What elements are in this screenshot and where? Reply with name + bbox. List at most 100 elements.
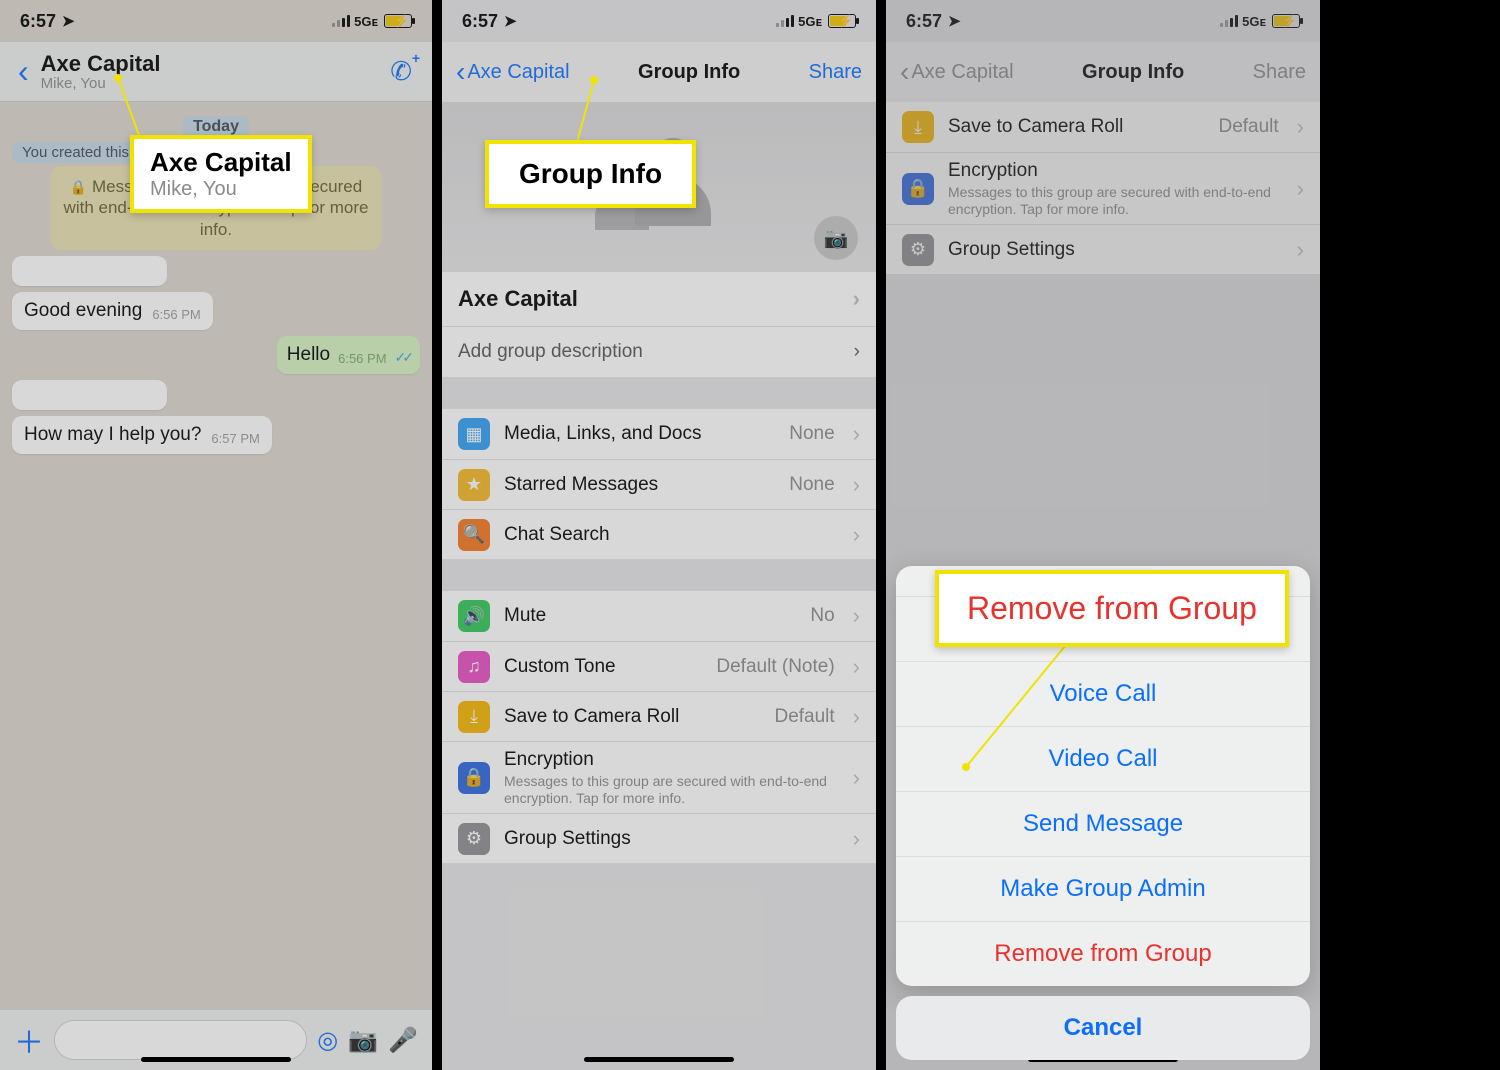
row-value: None (789, 423, 834, 445)
row-label: Mute (504, 605, 796, 627)
back-button[interactable]: ‹ (12, 53, 35, 90)
message-stub (12, 380, 167, 410)
chevron-right-icon: › (854, 341, 860, 363)
lock-icon: 🔒 (70, 179, 87, 195)
chevron-right-icon: › (853, 286, 860, 312)
row-search[interactable]: 🔍 Chat Search › (442, 509, 876, 559)
row-value: Default (Note) (716, 656, 834, 678)
group-name: Axe Capital (458, 286, 578, 312)
callout-subtitle: Mike, You (150, 178, 292, 201)
message-time: 6:56 PM (338, 351, 386, 366)
search-icon: 🔍 (458, 519, 490, 551)
row-label: Group Settings (504, 828, 839, 850)
attach-button[interactable]: ＋ (14, 1018, 44, 1062)
row-label: Starred Messages (504, 474, 775, 496)
chat-title: Axe Capital (41, 51, 391, 77)
chevron-right-icon: › (853, 704, 860, 730)
network-label: 5Gᴇ (354, 14, 378, 29)
callout-remove: Remove from Group (935, 570, 1289, 647)
mic-button[interactable]: 🎤 (388, 1026, 418, 1055)
signal-icon (776, 15, 794, 27)
row-label: Media, Links, and Docs (504, 423, 775, 445)
back-button[interactable]: ‹Axe Capital (456, 56, 570, 88)
sheet-video-call[interactable]: Video Call (896, 726, 1310, 791)
section-settings: 🔊MuteNo› ♫Custom ToneDefault (Note)› ⤓Sa… (442, 591, 876, 863)
section-name: Axe Capital › Add group description › (442, 272, 876, 377)
sheet-make-admin[interactable]: Make Group Admin (896, 856, 1310, 921)
chevron-right-icon: › (853, 826, 860, 852)
status-time: 6:57 (462, 11, 498, 32)
callout-text: Group Info (519, 158, 662, 190)
row-save[interactable]: ⤓Save to Camera RollDefault› (442, 691, 876, 741)
home-indicator[interactable] (141, 1057, 291, 1062)
star-icon: ★ (458, 469, 490, 501)
row-value: None (789, 474, 834, 496)
location-icon: ➤ (504, 12, 517, 30)
home-indicator[interactable] (584, 1057, 734, 1062)
speaker-icon: 🔊 (458, 600, 490, 632)
sheet-cancel[interactable]: Cancel (896, 996, 1310, 1060)
message-stub (12, 256, 167, 286)
status-time: 6:57 (20, 11, 56, 32)
chat-body: Today You created this group 🔒 Messages … (0, 102, 432, 1010)
row-tone[interactable]: ♫ Custom Tone Default (Note) › (442, 641, 876, 691)
chevron-right-icon: › (853, 603, 860, 629)
info-header: ‹Axe Capital Group Info Share (442, 42, 876, 102)
row-group-settings[interactable]: ⚙ Group Settings › (442, 813, 876, 863)
gear-icon: ⚙ (458, 823, 490, 855)
row-encryption[interactable]: 🔒EncryptionMessages to this group are se… (442, 741, 876, 813)
row-value: No (810, 605, 834, 627)
divider (876, 0, 886, 1070)
share-button[interactable]: Share (809, 61, 862, 84)
download-icon: ⤓ (458, 701, 490, 733)
message-text: How may I help you? (24, 424, 201, 446)
row-label: Custom Tone (504, 656, 702, 678)
row-mute[interactable]: 🔊 Mute No › (442, 591, 876, 641)
group-description-row[interactable]: Add group description › (442, 326, 876, 377)
message-time: 6:56 PM (152, 307, 200, 322)
group-name-row[interactable]: Axe Capital › (442, 272, 876, 326)
chevron-right-icon: › (853, 421, 860, 447)
message-time: 6:57 PM (211, 431, 259, 446)
panel-action-sheet: 6:57➤ 5Gᴇ⚡ ‹Axe Capital Group Info Share… (886, 0, 1320, 1070)
section-media: ▦ Media, Links, and Docs None › ★ Starred Me… (442, 409, 876, 559)
message-input[interactable] (54, 1020, 307, 1060)
back-label: Axe Capital (467, 61, 569, 84)
battery-icon: ⚡ (384, 14, 412, 28)
music-icon: ♫ (458, 651, 490, 683)
message-in[interactable]: Good evening 6:56 PM (12, 292, 213, 330)
edit-photo-button[interactable]: 📷 (814, 216, 858, 260)
row-value: Default (774, 706, 834, 728)
camera-button[interactable]: 📷 (348, 1026, 378, 1055)
battery-icon: ⚡ (828, 14, 856, 28)
message-text: Good evening (24, 300, 142, 322)
chat-title-block[interactable]: Axe Capital Mike, You (35, 51, 391, 92)
chevron-right-icon: › (853, 654, 860, 680)
media-icon: ▦ (458, 418, 490, 450)
header-title: Group Info (638, 61, 740, 84)
divider (432, 0, 442, 1070)
message-text: Hello (287, 344, 330, 366)
group-desc: Add group description (458, 341, 643, 363)
signal-icon (332, 15, 350, 27)
message-in[interactable]: How may I help you? 6:57 PM (12, 416, 272, 454)
callout-title: Axe Capital (150, 147, 292, 178)
row-label: Chat Search (504, 524, 839, 546)
message-out[interactable]: Hello6:56 PM✓✓ (277, 336, 420, 374)
chat-subtitle: Mike, You (41, 75, 391, 92)
chevron-right-icon: › (853, 522, 860, 548)
row-media[interactable]: ▦ Media, Links, and Docs None › (442, 409, 876, 459)
location-icon: ➤ (62, 12, 75, 30)
status-bar: 6:57 ➤ 5Gᴇ ⚡ (0, 0, 432, 42)
camera-icon: 📷 (824, 226, 849, 251)
sheet-send-message[interactable]: Send Message (896, 791, 1310, 856)
sticker-button[interactable]: ◎ (317, 1026, 338, 1055)
row-starred[interactable]: ★Starred MessagesNone› (442, 459, 876, 509)
call-button[interactable]: ✆+ (390, 56, 420, 87)
sheet-remove-from-group[interactable]: Remove from Group (896, 921, 1310, 986)
network-label: 5Gᴇ (798, 14, 822, 29)
chat-header: ‹ Axe Capital Mike, You ✆+ (0, 42, 432, 102)
callout-group-info: Group Info (485, 140, 696, 208)
sheet-voice-call[interactable]: Voice Call (896, 661, 1310, 726)
status-bar: 6:57 ➤ 5Gᴇ ⚡ (442, 0, 876, 42)
